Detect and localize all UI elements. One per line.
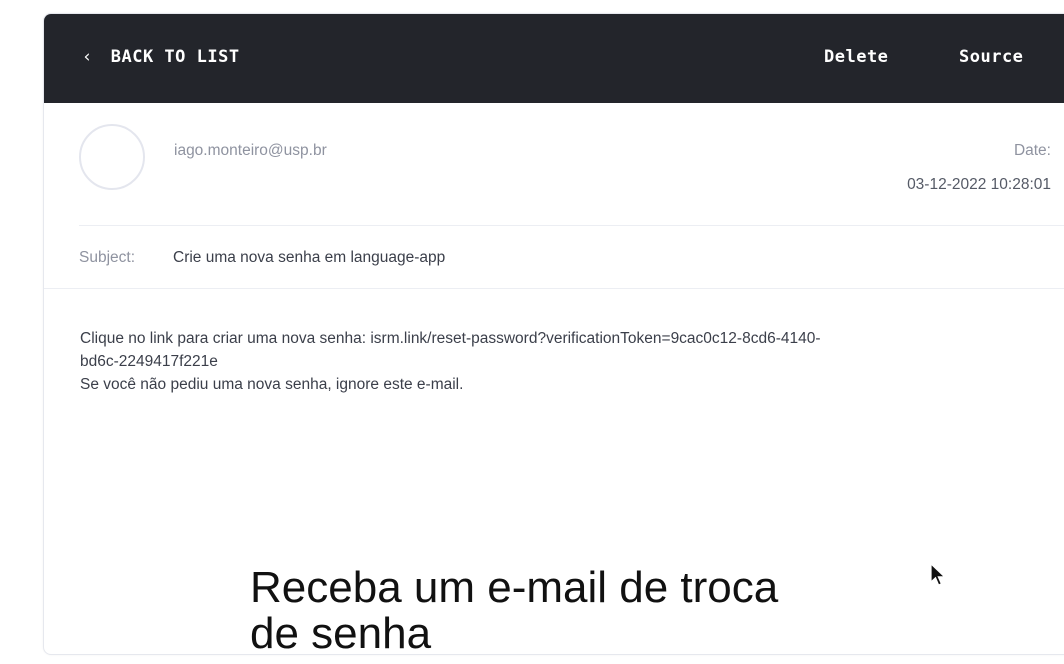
email-body: Clique no link para criar uma nova senha…	[80, 327, 1060, 396]
back-to-list-label: BACK TO LIST	[110, 47, 240, 67]
source-button[interactable]: Source	[959, 47, 1023, 67]
subject-label: Subject:	[79, 249, 136, 266]
screen: ‹ BACK TO LIST Delete Source iago.montei…	[0, 0, 1064, 664]
date-value: 03-12-2022 10:28:01	[907, 176, 1051, 193]
caption-line: Receba um e-mail de troca	[250, 563, 779, 612]
caption-line: de senha	[250, 609, 432, 658]
sender-email: iago.monteiro@usp.br	[174, 142, 327, 159]
back-to-list-button[interactable]: ‹ BACK TO LIST	[82, 47, 240, 67]
email-body-line: bd6c-2249417f221e	[80, 353, 218, 370]
email-viewer-card: ‹ BACK TO LIST Delete Source iago.montei…	[43, 13, 1064, 655]
mouse-pointer-icon	[930, 562, 947, 592]
date-label: Date:	[1013, 142, 1051, 159]
divider	[44, 288, 1064, 289]
delete-button[interactable]: Delete	[824, 47, 888, 67]
email-toolbar: ‹ BACK TO LIST Delete Source	[44, 14, 1064, 103]
overlay-caption: Receba um e-mail de troca de senha	[250, 565, 890, 657]
chevron-left-icon: ‹	[82, 47, 93, 67]
avatar	[79, 124, 145, 190]
email-body-line: Clique no link para criar uma nova senha…	[80, 330, 821, 347]
divider	[79, 225, 1064, 226]
subject-value: Crie uma nova senha em language-app	[173, 249, 446, 266]
email-body-line: Se você não pediu uma nova senha, ignore…	[80, 376, 464, 393]
